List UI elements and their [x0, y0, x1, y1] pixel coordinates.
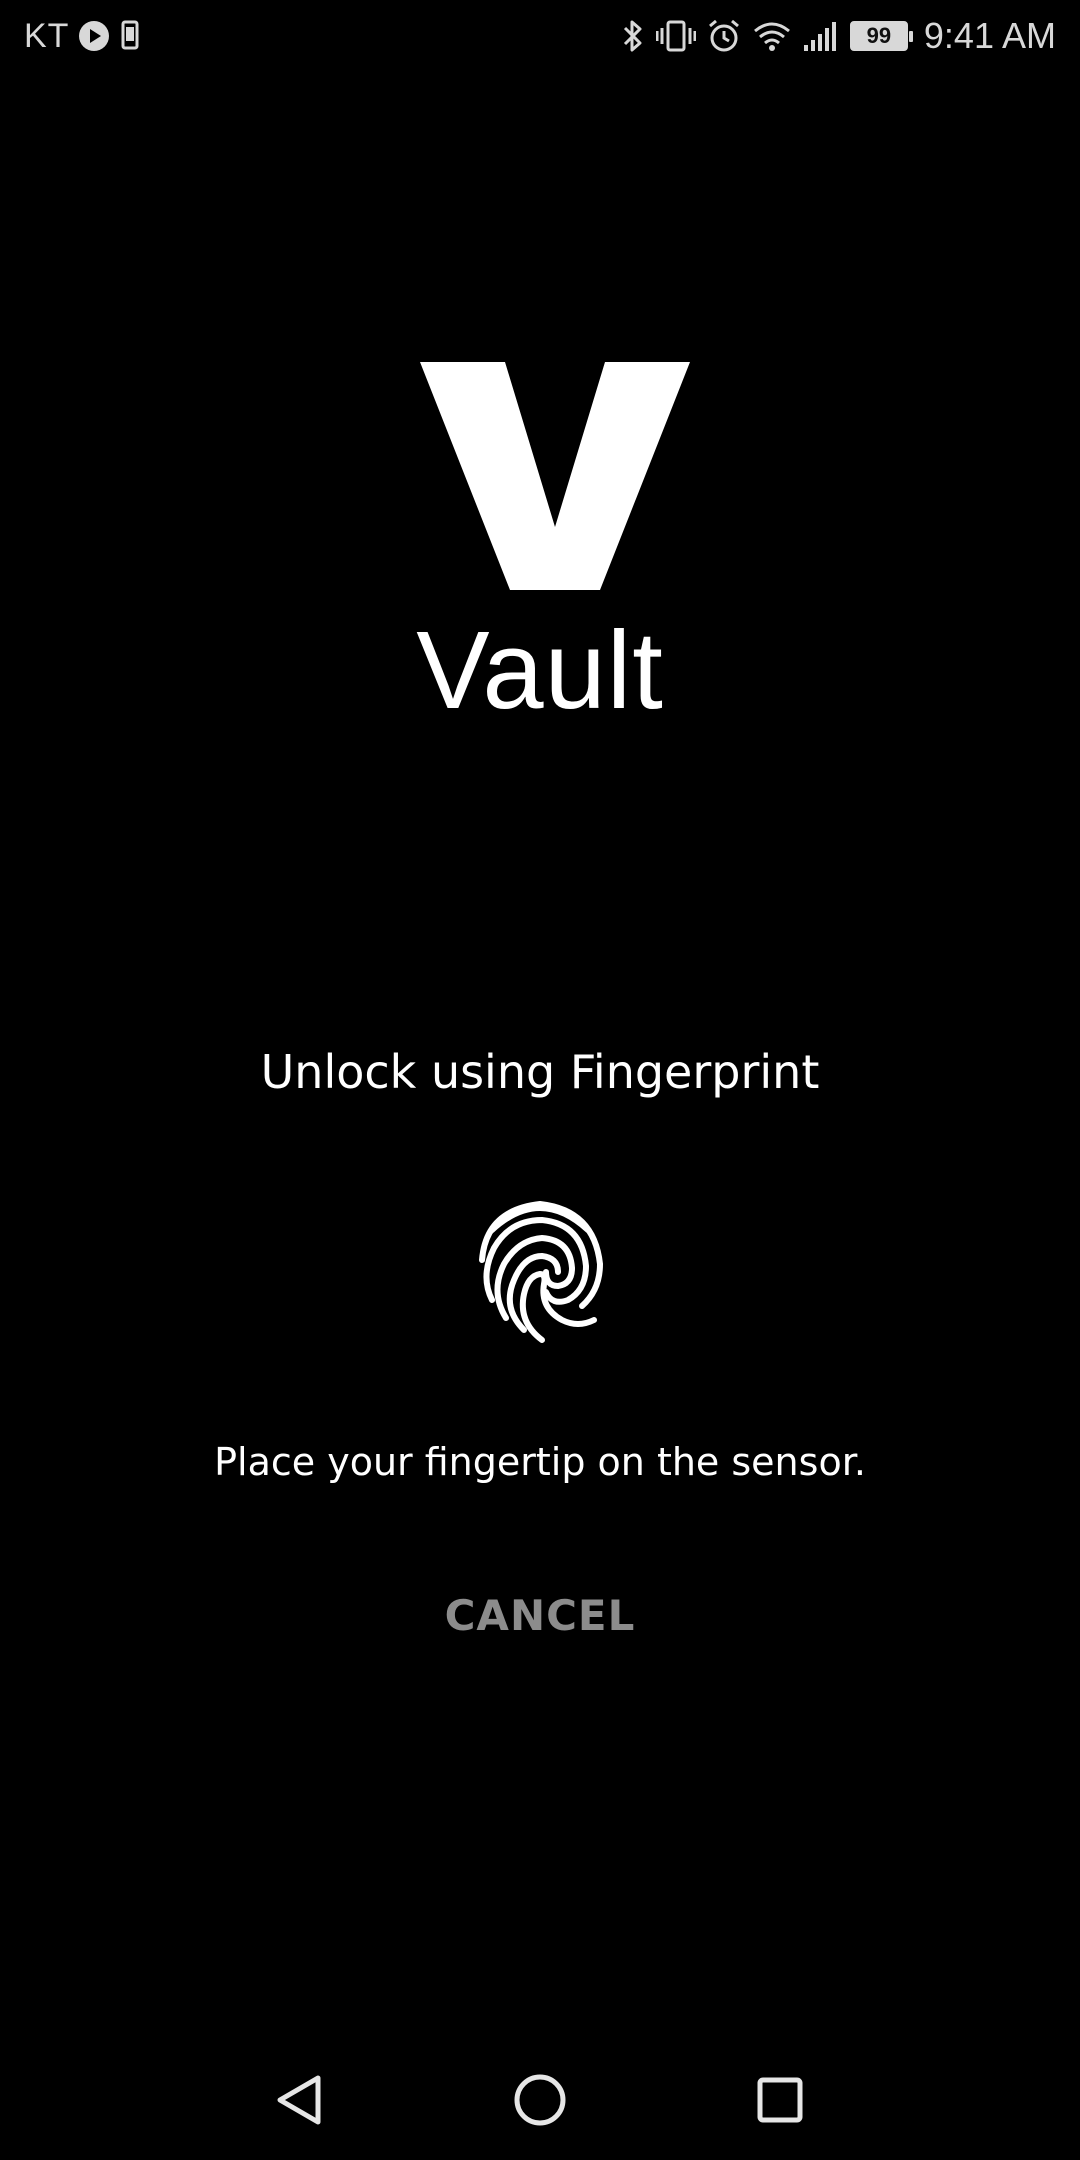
- status-bar-left: KT: [24, 14, 141, 58]
- carrier-label: KT: [24, 16, 70, 55]
- status-bar-right: 99 9:41 AM: [620, 14, 1056, 58]
- fingerprint-icon: [470, 1190, 610, 1350]
- bluetooth-icon: [620, 18, 646, 54]
- home-icon[interactable]: [508, 2068, 572, 2132]
- app-name: Vault: [416, 609, 664, 732]
- back-icon[interactable]: [268, 2068, 332, 2132]
- navigation-bar: [0, 2040, 1080, 2160]
- recents-icon[interactable]: [748, 2068, 812, 2132]
- cancel-button[interactable]: CANCEL: [390, 1580, 690, 1650]
- dialog-title: Unlock using Fingerprint: [260, 1045, 820, 1099]
- status-bar: KT 99 9:41 AM: [0, 0, 1080, 72]
- signal-icon: [802, 19, 840, 53]
- battery-level: 99: [866, 23, 892, 48]
- phone-icon: [119, 19, 141, 53]
- battery-icon: 99: [849, 21, 913, 51]
- play-icon: [77, 19, 111, 53]
- v-logo-icon: [420, 362, 690, 590]
- fingerprint-hint: Place your fingertip on the sensor.: [214, 1440, 866, 1484]
- vibrate-icon: [655, 18, 696, 54]
- alarm-icon: [706, 18, 742, 54]
- wifi-icon: [752, 19, 792, 53]
- status-time: 9:41 AM: [923, 15, 1056, 56]
